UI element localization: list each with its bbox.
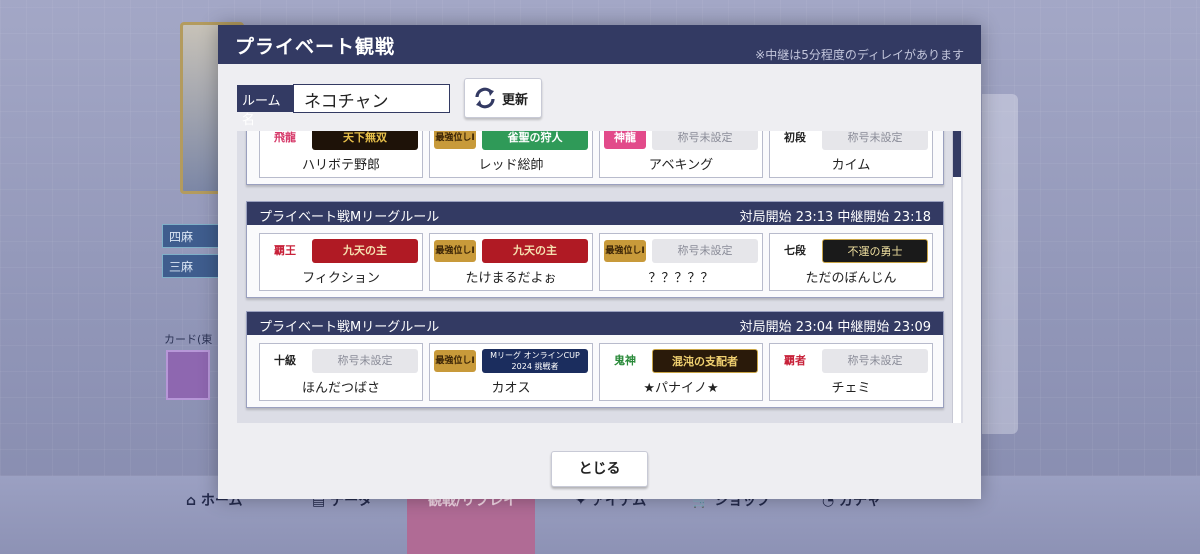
player-name: ？？？？？: [648, 271, 714, 286]
rank-badge: 最強位しI: [604, 240, 646, 262]
room-list[interactable]: 飛龍 天下無双 ハリボテ野郎 最強位しI 雀聖の狩人 レッド総帥 神龍 称号未設定 ア…: [237, 131, 963, 423]
rank-badge: 飛龍: [274, 131, 296, 144]
title-plate: 九天の主: [312, 239, 418, 263]
player-slot: 最強位しI 称号未設定 ？？？？？: [599, 233, 763, 291]
rank-badge: 十級: [274, 354, 296, 367]
rank-badge: 最強位しI: [434, 240, 476, 262]
room-header: プライベート戦Mリーグルール 対局開始 23:13 中継開始 23:18: [247, 202, 943, 225]
scrollbar-thumb[interactable]: [953, 131, 961, 177]
rank-badge: 最強位しI: [434, 131, 476, 149]
room-name-input[interactable]: [293, 84, 450, 113]
refresh-button[interactable]: 更新: [464, 78, 542, 118]
private-spectate-modal: プライベート観戦 ※中継は5分程度のディレイがあります ルーム名 更新 飛龍 天下…: [218, 25, 981, 499]
player-slot: 十級 称号未設定 ほんだつばさ: [259, 343, 423, 401]
player-name: ★パナイノ★: [643, 381, 719, 396]
side-panel: [982, 94, 1018, 434]
room-rule: プライベート戦Mリーグルール: [259, 210, 440, 225]
title-plate: 称号未設定: [312, 349, 418, 373]
title-plate: 天下無双: [312, 131, 418, 150]
title-plate: 称号未設定: [652, 131, 758, 150]
room-name-label: ルーム名: [237, 85, 293, 128]
mode-tag-three: 三麻: [162, 254, 222, 278]
player-slot: 最強位しI Mリーグ オンラインCUP 2024 挑戦者 カオス: [429, 343, 593, 401]
player-slot: 初段 称号未設定 カイム: [769, 131, 933, 178]
title-plate: 称号未設定: [822, 131, 928, 150]
player-slot: 飛龍 天下無双 ハリボテ野郎: [259, 131, 423, 178]
rank-badge: 鬼神: [614, 354, 636, 367]
title-plate: 雀聖の狩人: [482, 131, 588, 150]
player-slot: 最強位しI 雀聖の狩人 レッド総帥: [429, 131, 593, 178]
player-slot: 最強位しI 九天の主 たけまるだよぉ: [429, 233, 593, 291]
room-card[interactable]: プライベート戦Mリーグルール 対局開始 23:04 中継開始 23:09 十級 称…: [246, 311, 944, 408]
room-header: プライベート戦Mリーグルール 対局開始 23:04 中継開始 23:09: [247, 312, 943, 335]
rank-badge: 神龍: [604, 131, 646, 149]
modal-header: プライベート観戦 ※中継は5分程度のディレイがあります: [218, 25, 981, 64]
room-time: 対局開始 23:13 中継開始 23:18: [739, 210, 931, 225]
title-plate: 不運の勇士: [822, 239, 928, 263]
room-card[interactable]: 飛龍 天下無双 ハリボテ野郎 最強位しI 雀聖の狩人 レッド総帥 神龍 称号未設定 ア…: [246, 131, 944, 185]
title-plate: 称号未設定: [652, 239, 758, 263]
player-slot: 神龍 称号未設定 アベキング: [599, 131, 763, 178]
title-plate: Mリーグ オンラインCUP 2024 挑戦者: [482, 349, 588, 373]
player-name: ほんだつばさ: [301, 381, 380, 396]
card-thumbnail: [166, 350, 210, 400]
player-slot: 覇王 九天の主 フィクション: [259, 233, 423, 291]
player-name: フィクション: [302, 271, 380, 286]
refresh-label: 更新: [502, 92, 529, 108]
player-name: ただのぼんじん: [805, 271, 897, 286]
player-name: チェミ: [831, 381, 871, 396]
room-rule: プライベート戦Mリーグルール: [259, 320, 440, 335]
player-slot: 覇者 称号未設定 チェミ: [769, 343, 933, 401]
modal-title: プライベート観戦: [235, 36, 396, 58]
title-plate: 称号未設定: [822, 349, 928, 373]
player-slot: 七段 不運の勇士 ただのぼんじん: [769, 233, 933, 291]
rank-badge: 覇王: [274, 244, 296, 257]
room-card[interactable]: プライベート戦Mリーグルール 対局開始 23:13 中継開始 23:18 覇王 九…: [246, 201, 944, 298]
player-name: カオス: [491, 381, 531, 396]
player-name: カイム: [831, 158, 871, 173]
refresh-icon: [475, 87, 495, 109]
player-name: たけまるだよぉ: [465, 271, 557, 286]
rank-badge: 最強位しI: [434, 350, 476, 372]
title-plate: 混沌の支配者: [652, 349, 758, 373]
close-button[interactable]: とじる: [551, 451, 648, 487]
player-name: レッド総帥: [478, 158, 544, 173]
title-plate: 九天の主: [482, 239, 588, 263]
player-name: ハリボテ野郎: [301, 158, 380, 173]
rank-badge: 覇者: [784, 354, 806, 367]
player-name: アベキング: [648, 158, 714, 173]
delay-note: ※中継は5分程度のディレイがあります: [755, 48, 964, 62]
mode-tag-four: 四麻: [162, 224, 222, 248]
room-time: 対局開始 23:04 中継開始 23:09: [739, 320, 931, 335]
rank-badge: 初段: [784, 131, 806, 144]
card-label: カード(東: [164, 333, 213, 346]
player-slot: 鬼神 混沌の支配者 ★パナイノ★: [599, 343, 763, 401]
rank-badge: 七段: [784, 244, 806, 257]
